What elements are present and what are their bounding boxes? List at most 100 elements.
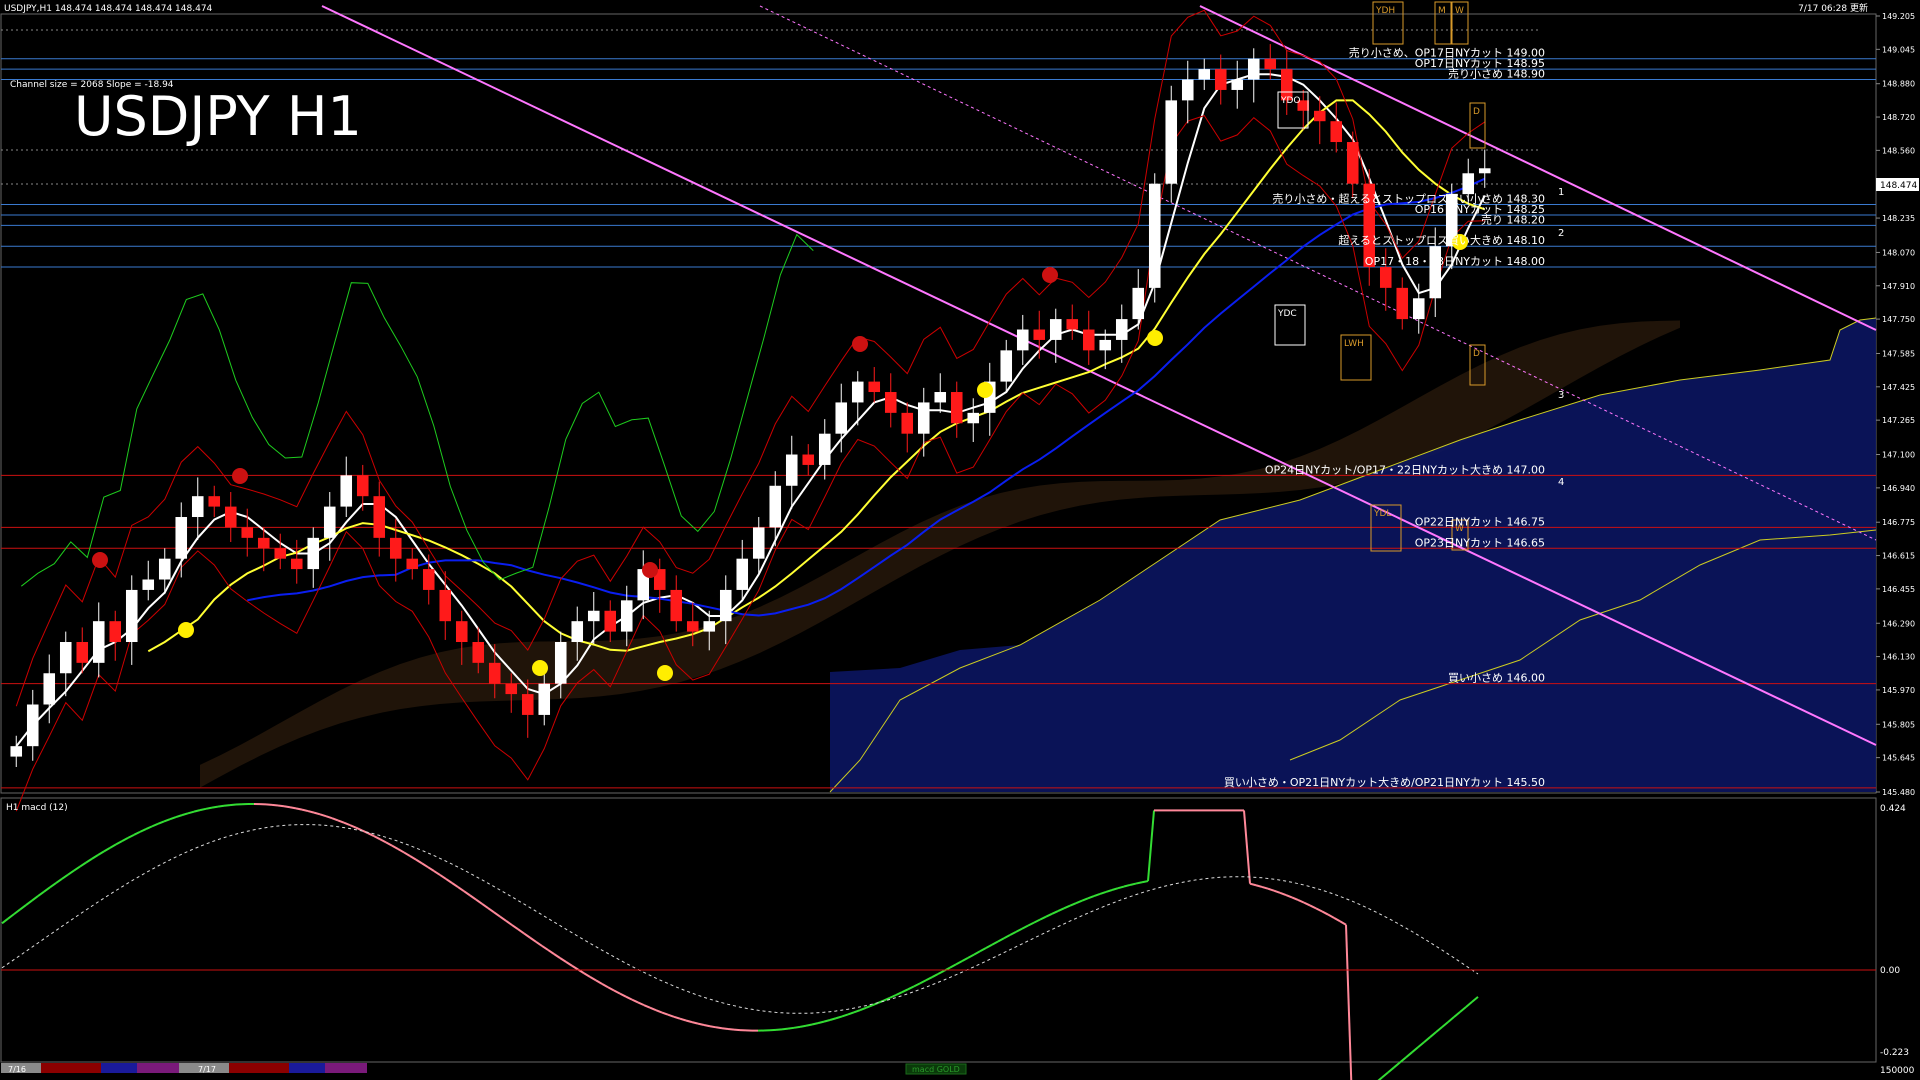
macd-segment — [727, 1028, 735, 1031]
session-box-label: D — [1473, 107, 1480, 117]
candle-body — [967, 412, 980, 424]
axis-tick-label: 146.130 — [1882, 653, 1915, 662]
macd-segment — [271, 803, 279, 807]
axis-tick-label: 147.100 — [1882, 451, 1915, 460]
candle-body — [323, 506, 336, 538]
candle-body — [1049, 319, 1062, 340]
candle-body — [554, 642, 567, 684]
candle-body — [1231, 79, 1244, 90]
macd-segment — [289, 806, 297, 810]
candle-body — [1462, 173, 1475, 195]
axis-tick-label: 145.480 — [1882, 788, 1915, 797]
macd-segment — [295, 807, 303, 811]
candle-body — [1264, 58, 1277, 70]
axis-tick-label: 148.720 — [1882, 113, 1915, 122]
macd-axis-top: 0.424 — [1880, 804, 1906, 814]
candle-body — [26, 704, 39, 747]
macd-segment — [1393, 1061, 1401, 1069]
session-box-label: W — [1455, 6, 1464, 16]
macd-segment — [805, 1023, 813, 1027]
candle-body — [917, 402, 930, 434]
candle-body — [1379, 267, 1392, 288]
candle-body — [488, 662, 501, 684]
candle-body — [571, 621, 584, 643]
candle-body — [835, 402, 848, 434]
candle-body — [934, 392, 947, 403]
candle-body — [1000, 350, 1013, 382]
candle-body — [307, 537, 320, 570]
axis-tick-label: 146.940 — [1882, 484, 1915, 493]
price-level-label: 買い小さめ・OP21日NYカット大きめ/OP21日NYカット 145.50 — [1224, 775, 1545, 789]
candle-body — [389, 537, 402, 559]
candle-body — [521, 694, 534, 715]
macd-segment — [283, 805, 291, 809]
macd-segment — [721, 1027, 729, 1030]
price-level-label: 買い小さめ 146.00 — [1448, 672, 1545, 685]
candle-body — [1115, 319, 1128, 340]
price-level-label: 売り小さめ 148.90 — [1448, 68, 1545, 81]
macd-segment — [715, 1026, 723, 1030]
axis-tick-label: 147.425 — [1882, 383, 1915, 392]
axis-tick-label: 147.585 — [1882, 349, 1915, 358]
candle-body — [109, 621, 122, 643]
candle-body — [356, 475, 369, 497]
macd-axis-bottom: -0.223 — [1880, 1048, 1909, 1058]
macd-segment — [1381, 1071, 1389, 1079]
axis-tick-label: 145.645 — [1882, 754, 1915, 763]
candle-body — [373, 496, 386, 538]
macd-segment — [1135, 881, 1143, 885]
candle-body — [340, 475, 353, 507]
candle-body — [158, 558, 171, 580]
candle-body — [257, 537, 270, 549]
candle-body — [1066, 319, 1079, 330]
macd-segment — [277, 804, 285, 808]
candle-body — [1429, 246, 1442, 299]
candle-body — [719, 589, 732, 622]
macd-segment — [301, 808, 309, 813]
candle-body — [241, 527, 254, 538]
candle-body — [1214, 69, 1227, 90]
price-level-label: 売り 148.20 — [1481, 213, 1545, 226]
candle-body — [422, 569, 435, 590]
macd-segment — [697, 1022, 705, 1026]
candle-body — [1132, 287, 1145, 320]
session-box-label: YDO — [1280, 96, 1301, 106]
macd-segment — [811, 1022, 819, 1026]
axis-tick-label: 148.235 — [1882, 214, 1915, 223]
candle-body — [1082, 329, 1095, 351]
axis-tick-label: 148.560 — [1882, 146, 1915, 155]
symbol-header: USDJPY,H1 148.474 148.474 148.474 148.47… — [4, 4, 213, 14]
candle-body — [868, 381, 881, 393]
signal-marker — [92, 552, 108, 568]
candle-body — [703, 621, 716, 632]
candle-body — [620, 600, 633, 632]
fib-number: 1 — [1558, 187, 1564, 198]
fib-number: 3 — [1558, 390, 1564, 401]
chart-area: YDH M WYDOYDCLWHYDLWDD 売り小さめ、OP17日NYカット 14… — [0, 1, 1919, 1080]
macd-segment — [775, 1028, 783, 1031]
candle-body — [406, 558, 419, 570]
macd-segment — [787, 1026, 795, 1030]
candle-body — [1346, 142, 1359, 184]
candle-body — [587, 610, 600, 622]
macd-segment — [205, 806, 213, 810]
candle-body — [670, 589, 683, 622]
candle-body — [686, 621, 699, 632]
candle-body — [92, 621, 105, 663]
session-box-label: YDH — [1375, 6, 1395, 16]
price-level-label: OP17・18・23日NYカット 148.00 — [1365, 255, 1545, 268]
candle-body — [224, 506, 237, 528]
candle-body — [785, 454, 798, 486]
macd-segment — [1129, 882, 1137, 886]
candle-body — [1313, 110, 1326, 122]
macd-segment — [229, 803, 237, 807]
bottom-right-value: 150000 — [1880, 1066, 1915, 1076]
axis-tick-label: 145.970 — [1882, 686, 1915, 695]
candle-body — [76, 642, 89, 663]
chart-title: USDJPY H1 — [74, 85, 362, 148]
candle-body — [439, 589, 452, 622]
macd-segment — [211, 805, 219, 809]
axis-tick-label: 147.750 — [1882, 315, 1915, 324]
macd-segment — [793, 1025, 801, 1029]
axis-tick-label: 149.205 — [1882, 12, 1915, 21]
